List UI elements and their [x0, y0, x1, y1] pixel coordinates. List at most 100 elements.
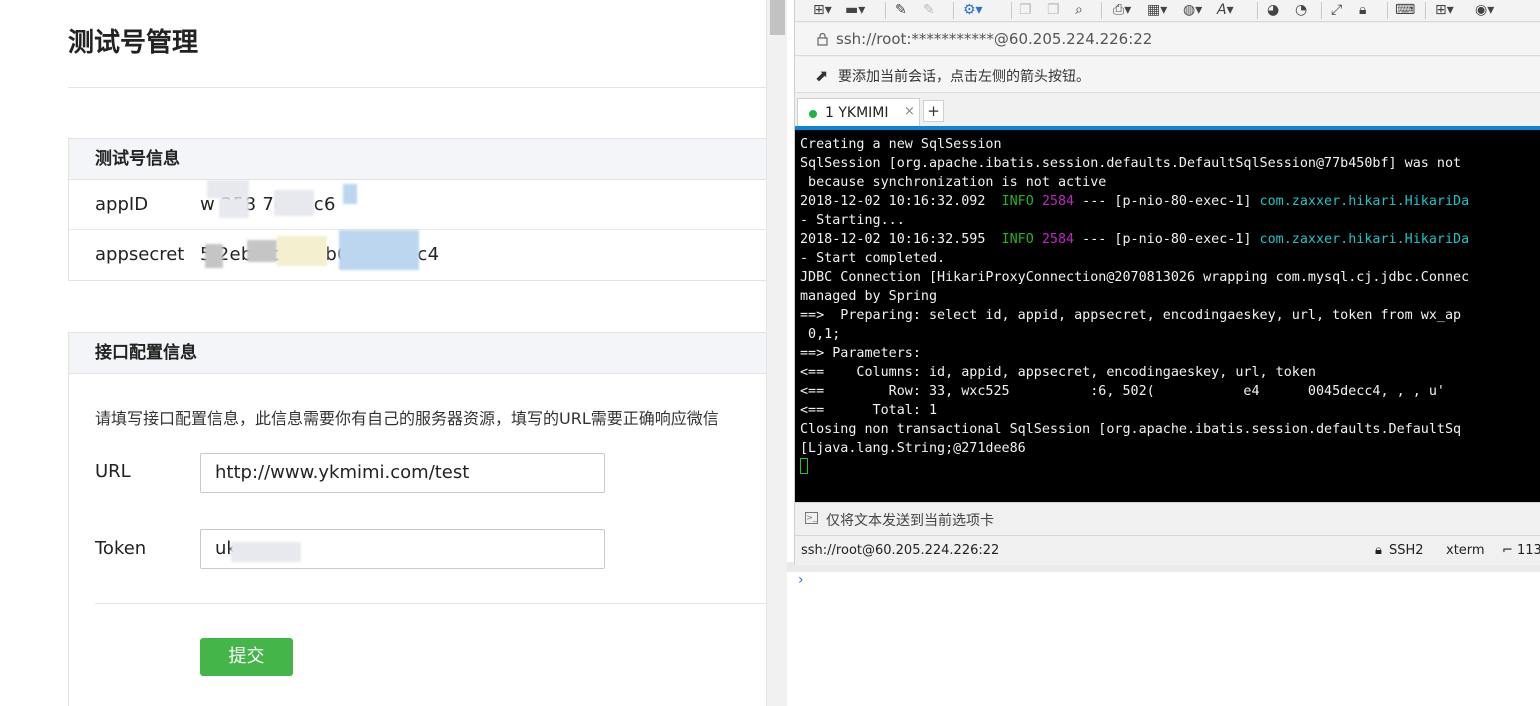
xagent-icon[interactable]: ◔ [1295, 1, 1307, 20]
terminal-line: SqlSession [org.apache.ibatis.session.de… [800, 156, 1462, 171]
console-prompt-icon[interactable]: › [798, 572, 804, 588]
toolbar-separator [1321, 2, 1322, 19]
add-icon[interactable]: ⊞▾ [1435, 1, 1454, 20]
appsecret-label: appsecret [95, 244, 185, 265]
terminal-line: Creating a new SqlSession [800, 137, 1002, 152]
token-label: Token [95, 538, 147, 559]
hint-text: 要添加当前会话，点击左侧的箭头按钮。 [838, 69, 1090, 85]
toolbar-separator [885, 2, 886, 19]
token-input[interactable]: uk [200, 529, 605, 569]
toolbar-separator [953, 2, 954, 19]
log-thread: --- [p-nio-80-exec-1] [1074, 232, 1260, 247]
test-account-info-panel: 测试号信息 appID w 258 7c4 9c6 appsecret 5 2e… [68, 138, 766, 281]
new-tab-button[interactable]: + [923, 100, 944, 122]
xftp-icon[interactable]: ◕ [1267, 1, 1279, 20]
page-scrollbar[interactable] [766, 0, 787, 706]
log-pid: 2584 [1041, 232, 1075, 247]
transfer-icon[interactable]: ▦▾ [1147, 1, 1167, 20]
lock-icon[interactable]: 🔒︎ [1359, 1, 1366, 20]
status-protocol: SSH2 [1389, 543, 1424, 558]
status-size: 113 [1517, 543, 1540, 558]
terminal-line: Closing non transactional SqlSession [or… [800, 422, 1462, 437]
tab-label: 1 YKMIMI [825, 105, 889, 121]
tab-ykmimi[interactable]: 1 YKMIMI × [797, 98, 920, 128]
terminal-line: [Ljava.lang.String;@271dee86 [800, 441, 1026, 456]
status-connection: ssh://root@60.205.224.226:22 [801, 543, 1000, 558]
terminal-line: <== Total: 1 [800, 403, 938, 418]
new-session-icon[interactable]: ⊞▾ [813, 1, 832, 20]
terminal-line: <== Columns: id, appid, appsecret, encod… [800, 365, 1316, 380]
appid-row: appID w 258 7c4 9c6 [69, 180, 766, 230]
log-logger: com.zaxxer.hikari.HikariDa [1259, 232, 1470, 247]
status-size-icon: ⌐ [1502, 543, 1513, 558]
tab-close-icon[interactable]: × [904, 104, 915, 119]
session-hint-bar: ⬈ 要添加当前会话，点击左侧的箭头按钮。 [795, 57, 1540, 93]
submit-button[interactable]: 提交 [200, 638, 293, 676]
xshell-toolbar: ⊞▾ ▬▾ ✎ ✎ ⚙▾ ❐ ❐ ⌕ ⎙▾ ▦▾ ◍▾ A▾ ◕ ◔ ⤢ 🔒︎ … [795, 0, 1540, 22]
url-label: URL [95, 461, 131, 482]
lock-icon [817, 33, 828, 46]
redaction-blur [343, 184, 357, 204]
redaction-blur [219, 198, 249, 218]
web-page: 测试号管理 测试号信息 appID w 258 7c4 9c6 appsecre… [0, 0, 766, 706]
globe-icon[interactable]: ◍▾ [1183, 1, 1202, 20]
terminal-line: JDBC Connection [HikariProxyConnection@2… [800, 270, 1470, 285]
terminal-line: 0,1; [800, 327, 841, 342]
print-icon[interactable]: ⎙▾ [1113, 1, 1131, 20]
scrollbar-thumb[interactable] [770, 0, 785, 35]
fullscreen-icon[interactable]: ⤢ [1331, 1, 1342, 20]
log-pid: 2584 [1041, 194, 1075, 209]
terminal-line: <== Row: 33, wxc525 :6, 502( e4 0045decc… [800, 384, 1445, 399]
xshell-window: ⊞▾ ▬▾ ✎ ✎ ⚙▾ ❐ ❐ ⌕ ⎙▾ ▦▾ ◍▾ A▾ ◕ ◔ ⤢ 🔒︎ … [794, 0, 1540, 565]
status-terminal-type: xterm [1446, 543, 1485, 558]
title-divider [68, 87, 766, 88]
font-icon[interactable]: A▾ [1217, 1, 1234, 20]
connected-status-icon [809, 110, 817, 118]
terminal-cursor-line [800, 458, 1540, 477]
redaction-blur [247, 240, 277, 262]
brush-icon[interactable]: ✎ [895, 1, 907, 20]
log-timestamp: 2018-12-02 10:16:32.595 [800, 232, 1002, 247]
log-timestamp: 2018-12-02 10:16:32.092 [800, 194, 1002, 209]
status-lock-icon: 🔒︎ [1375, 543, 1382, 558]
toolbar-separator [1387, 2, 1388, 19]
terminal-cursor [800, 458, 808, 474]
terminal-line: because synchronization is not active [800, 175, 1107, 190]
toolbar-separator [1011, 2, 1012, 19]
arrow-add-session-icon[interactable]: ⬈ [815, 66, 828, 85]
address-text: ssh://root:***********@60.205.224.226:22 [836, 30, 1153, 48]
form-divider [95, 603, 766, 604]
terminal-line: 2018-12-02 10:16:32.092 INFO 2584 --- [p… [800, 192, 1540, 211]
terminal-line: ==> Parameters: [800, 346, 929, 361]
redaction-blur [339, 230, 419, 270]
paste-icon[interactable]: ❐ [1047, 1, 1060, 20]
terminal-line: 2018-12-02 10:16:32.595 INFO 2584 --- [p… [800, 230, 1540, 249]
keyboard-icon[interactable]: ⌨ [1395, 1, 1415, 20]
terminal-line: ==> Preparing: select id, appid, appsecr… [800, 308, 1462, 323]
appid-label: appID [95, 194, 149, 215]
status-bar: ssh://root@60.205.224.226:22 🔒︎ SSH2 xte… [795, 535, 1540, 565]
open-folder-icon[interactable]: ▬▾ [845, 1, 865, 20]
toolbar-separator [1257, 2, 1258, 19]
iface-description: 请填写接口配置信息，此信息需要你有自己的服务器资源，填写的URL需要正确响应微信 [95, 409, 719, 428]
find-icon[interactable]: ⌕ [1075, 1, 1083, 20]
compose-icon[interactable]: >_ [805, 512, 818, 524]
redaction-blur [277, 236, 327, 266]
log-level: INFO [1001, 194, 1034, 209]
address-bar[interactable]: ssh://root:***********@60.205.224.226:22 [795, 23, 1540, 56]
toolbar-separator [1425, 2, 1426, 19]
terminal-line: managed by Spring [800, 289, 938, 304]
log-thread: --- [p-nio-80-exec-1] [1074, 194, 1260, 209]
redaction-blur [207, 180, 249, 198]
help-icon[interactable]: ◉▾ [1475, 1, 1494, 20]
compose-text: 仅将文本发送到当前选项卡 [826, 513, 994, 529]
terminal-line: - Start completed. [800, 251, 946, 266]
iface-heading: 接口配置信息 [69, 333, 766, 374]
copy-icon[interactable]: ❐ [1019, 1, 1032, 20]
url-input[interactable]: http://www.ykmimi.com/test [200, 453, 605, 493]
compose-bar[interactable]: >_ 仅将文本发送到当前选项卡 [795, 502, 1540, 535]
properties-icon[interactable]: ⚙▾ [963, 1, 983, 20]
eraser-icon[interactable]: ✎ [923, 1, 935, 20]
terminal-output[interactable]: Creating a new SqlSession SqlSession [or… [795, 130, 1540, 502]
redaction-blur [205, 244, 223, 268]
